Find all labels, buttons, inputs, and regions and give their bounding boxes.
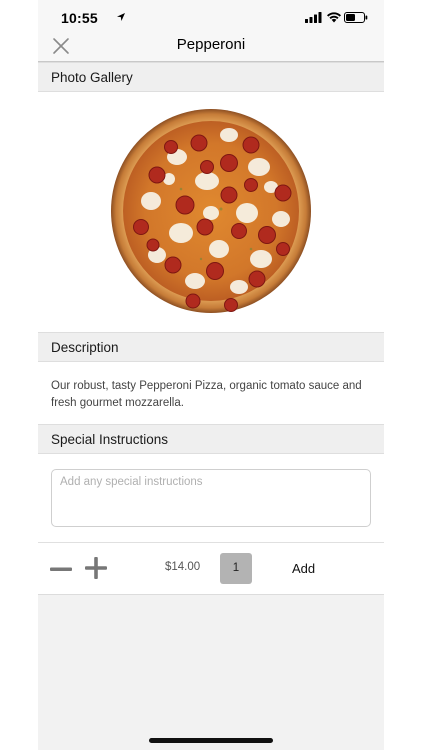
photo-gallery-label: Photo Gallery (51, 70, 133, 85)
photo-gallery-header: Photo Gallery (38, 62, 384, 92)
special-instructions-header: Special Instructions (38, 424, 384, 454)
special-instructions-label: Special Instructions (51, 432, 169, 447)
price-label: $14.00 (165, 561, 201, 573)
page-title: Pepperoni (176, 36, 246, 53)
battery-icon (344, 12, 368, 23)
app-screen: 10:55 Pepperoni Photo Gallery Descriptio… (38, 0, 384, 750)
pizza-photo[interactable] (111, 109, 311, 313)
add-button[interactable]: Add (292, 561, 315, 576)
location-arrow-icon (117, 13, 125, 21)
description-header: Description (38, 332, 384, 362)
status-time: 10:55 (61, 10, 98, 26)
minus-icon[interactable] (50, 560, 72, 578)
order-row: $14.00 1 Add (38, 542, 384, 595)
quantity-display: 1 (220, 553, 252, 584)
status-bar: 10:55 (38, 0, 384, 34)
nav-bar: Pepperoni (38, 34, 384, 62)
cellular-signal-icon (305, 12, 322, 23)
description-text: Our robust, tasty Pepperoni Pizza, organ… (51, 380, 362, 409)
plus-icon[interactable] (85, 557, 107, 579)
description-label: Description (51, 340, 119, 355)
phone-frame: 10:55 Pepperoni Photo Gallery Descriptio… (0, 0, 422, 750)
home-indicator[interactable] (149, 738, 273, 743)
wifi-icon (327, 12, 341, 23)
special-instructions-input[interactable] (51, 469, 371, 527)
